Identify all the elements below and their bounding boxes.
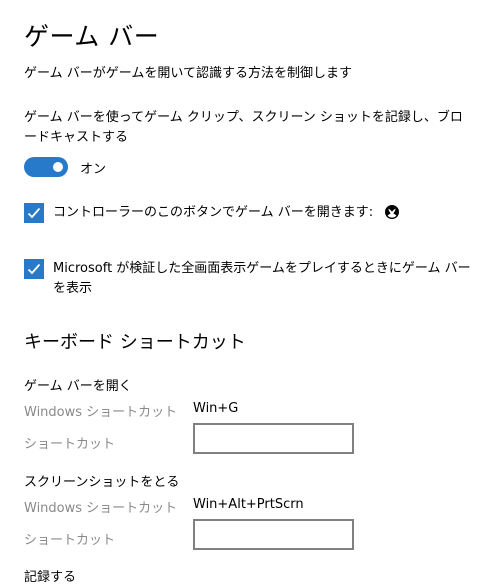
controller-button-label: コントローラーのこのボタンでゲーム バーを開きます:	[53, 205, 374, 220]
controller-button-checkbox[interactable]	[24, 203, 44, 223]
page-title: ゲーム バー	[24, 22, 160, 51]
record-toggle-row: オン	[24, 157, 106, 177]
open-gamebar-windows-value: Win+G	[193, 401, 239, 416]
checkmark-icon	[27, 263, 41, 275]
keyboard-shortcuts-title: キーボード ショートカット	[24, 332, 246, 353]
record-toggle-switch[interactable]	[24, 157, 68, 177]
page-description: ゲーム バーがゲームを開いて認識する方法を制御します	[24, 66, 352, 81]
xbox-icon	[385, 205, 400, 226]
record-group-title: 記録する	[24, 570, 77, 585]
open-gamebar-shortcut-input[interactable]	[193, 423, 354, 454]
screenshot-windows-label: Windows ショートカット	[24, 501, 178, 516]
screenshot-shortcut-input[interactable]	[193, 519, 354, 550]
controller-button-text: コントローラーのこのボタンでゲーム バーを開きます:	[53, 203, 473, 226]
controller-button-option: コントローラーのこのボタンでゲーム バーを開きます:	[24, 203, 473, 226]
open-gamebar-custom-label: ショートカット	[24, 437, 116, 452]
checkmark-icon	[27, 207, 41, 219]
record-description: ゲーム バーを使ってゲーム クリップ、スクリーン ショットを記録し、ブロードキャ…	[24, 110, 463, 145]
fullscreen-gamebar-label: Microsoft が検証した全画面表示ゲームをプレイするときにゲーム バーを表…	[53, 261, 471, 296]
screenshot-windows-value: Win+Alt+PrtScrn	[193, 497, 304, 512]
fullscreen-gamebar-checkbox[interactable]	[24, 259, 44, 279]
screenshot-custom-label: ショートカット	[24, 533, 116, 548]
open-gamebar-title: ゲーム バーを開く	[24, 379, 132, 394]
open-gamebar-windows-label: Windows ショートカット	[24, 405, 178, 420]
screenshot-title: スクリーンショットをとる	[24, 475, 180, 490]
toggle-state-label: オン	[80, 161, 107, 177]
toggle-knob	[53, 162, 63, 172]
fullscreen-gamebar-option: Microsoft が検証した全画面表示ゲームをプレイするときにゲーム バーを表…	[24, 259, 473, 299]
